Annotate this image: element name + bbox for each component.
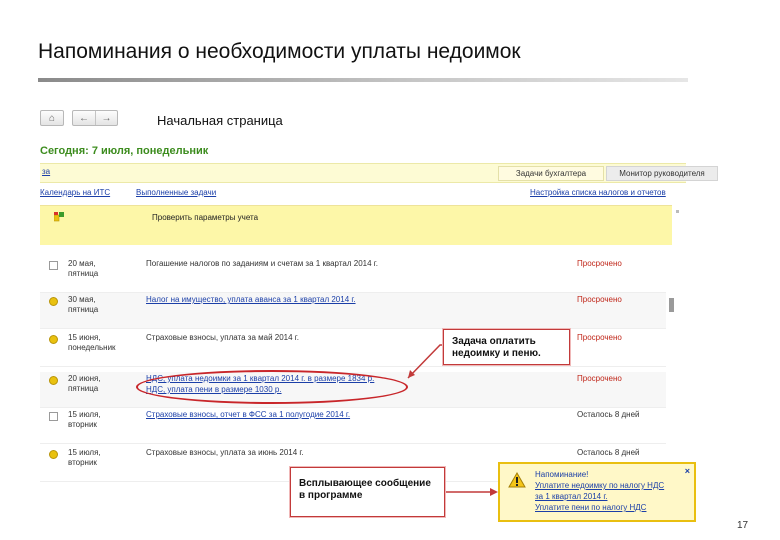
reminder-link[interactable]: Уплатите недоимку по налогу НДС	[535, 481, 664, 490]
task-callout: Задача оплатить недоимку и пеню.	[443, 329, 570, 365]
callout-pointers	[407, 344, 498, 496]
reminder-link[interactable]: за 1 квартал 2014 г.	[535, 492, 608, 501]
close-icon[interactable]: ×	[685, 466, 690, 476]
page-number: 17	[737, 520, 749, 531]
reminder-heading: Напоминание!	[535, 470, 589, 479]
reminder-link[interactable]: Уплатите пени по налогу НДС	[535, 503, 646, 512]
reminder-popup: × Напоминание! Уплатите недоимку по нало…	[498, 462, 696, 522]
warning-icon	[508, 472, 526, 488]
popup-callout: Всплывающее сообщение в программе	[290, 467, 445, 517]
